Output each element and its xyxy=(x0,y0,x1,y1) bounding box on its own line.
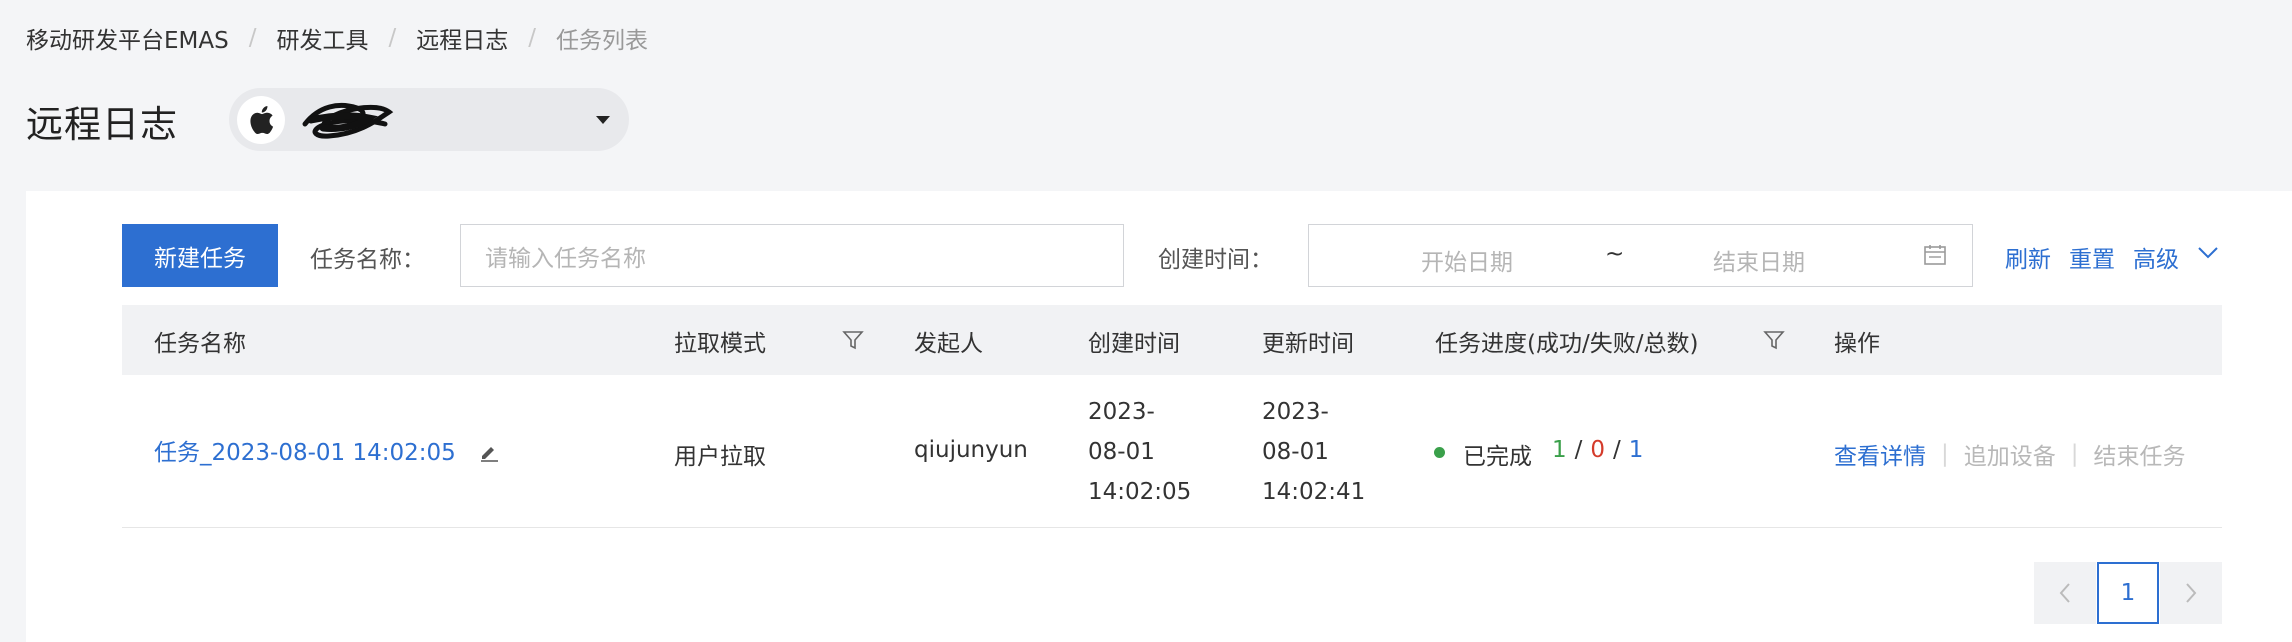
redacted-app-name xyxy=(302,102,394,139)
breadcrumb-separator: / xyxy=(248,25,257,51)
end-date-input[interactable]: 结束日期 xyxy=(1713,243,1805,277)
col-task-progress: 任务进度(成功/失败/总数) xyxy=(1435,331,1699,357)
created-time: 14:02:05 xyxy=(1088,479,1192,505)
pull-mode-value: 用户拉取 xyxy=(674,444,766,470)
filter-icon[interactable] xyxy=(842,329,864,351)
created-year: 2023- xyxy=(1088,399,1155,425)
chevron-left-icon xyxy=(2059,583,2070,603)
date-range-picker[interactable]: 开始日期 ~ 结束日期 xyxy=(1308,224,1973,287)
progress-separator: / xyxy=(1613,437,1621,463)
task-name-link[interactable]: 任务_2023-08-01 14:02:05 xyxy=(154,433,456,467)
filter-icon[interactable] xyxy=(1763,329,1785,351)
breadcrumb-item-dev-tools[interactable]: 研发工具 xyxy=(276,21,368,55)
app-selector[interactable] xyxy=(229,88,629,151)
action-separator: | xyxy=(1941,441,1949,467)
updated-date: 08-01 xyxy=(1262,439,1329,465)
created-time-label: 创建时间： xyxy=(1158,247,1273,273)
breadcrumb-item-emas[interactable]: 移动研发平台EMAS xyxy=(26,21,229,55)
col-created-time: 创建时间 xyxy=(1088,331,1180,357)
updated-year: 2023- xyxy=(1262,399,1329,425)
updated-time: 14:02:41 xyxy=(1262,479,1366,505)
edit-icon[interactable] xyxy=(478,441,500,463)
progress-separator: / xyxy=(1574,437,1583,463)
add-device-link[interactable]: 追加设备 xyxy=(1964,437,2056,471)
prev-page-button[interactable] xyxy=(2034,562,2096,624)
col-task-name: 任务名称 xyxy=(154,331,246,357)
page-1-button[interactable]: 1 xyxy=(2097,562,2159,624)
task-name-label: 任务名称： xyxy=(310,247,425,273)
caret-down-icon xyxy=(596,116,610,124)
created-date: 08-01 xyxy=(1088,439,1155,465)
fail-count: 0 xyxy=(1590,437,1606,463)
breadcrumb: 移动研发平台EMAS / 研发工具 / 远程日志 / 任务列表 xyxy=(26,22,648,54)
total-count: 1 xyxy=(1628,437,1644,463)
initiator-value: qiujunyun xyxy=(914,437,1028,463)
row-divider xyxy=(122,527,2222,528)
action-separator: | xyxy=(2070,441,2079,467)
success-count: 1 xyxy=(1552,437,1567,463)
col-actions: 操作 xyxy=(1834,331,1880,357)
task-name-input[interactable]: 请输入任务名称 xyxy=(460,224,1124,287)
task-progress: 已完成 1 / 0 / 1 xyxy=(1463,437,1643,471)
page-title: 远程日志 xyxy=(26,103,178,146)
status-dot-icon xyxy=(1434,447,1445,458)
advanced-link[interactable]: 高级 xyxy=(2133,240,2179,274)
created-time-value: 2023- 08-01 14:02:05 xyxy=(1088,392,1191,512)
status-text: 已完成 xyxy=(1463,444,1532,470)
next-page-button[interactable] xyxy=(2160,562,2222,624)
start-date-input[interactable]: 开始日期 xyxy=(1421,243,1513,277)
reset-link[interactable]: 重置 xyxy=(2069,240,2115,274)
col-updated-time: 更新时间 xyxy=(1262,331,1354,357)
row-actions: 查看详情 | 追加设备 | 结束任务 xyxy=(1834,437,2186,471)
breadcrumb-separator: / xyxy=(528,25,536,51)
apple-icon xyxy=(237,96,285,144)
col-initiator: 发起人 xyxy=(914,331,983,357)
updated-time-value: 2023- 08-01 14:02:41 xyxy=(1262,392,1365,512)
refresh-link[interactable]: 刷新 xyxy=(2005,240,2051,274)
table-header: 任务名称 拉取模式 发起人 创建时间 更新时间 任务进度(成功/失败/总数) 操… xyxy=(122,305,2222,375)
breadcrumb-separator: / xyxy=(388,25,397,51)
breadcrumb-item-remote-log[interactable]: 远程日志 xyxy=(416,21,508,55)
calendar-icon xyxy=(1924,245,1946,265)
end-task-link[interactable]: 结束任务 xyxy=(2094,437,2186,471)
new-task-button[interactable]: 新建任务 xyxy=(122,224,278,287)
chevron-down-icon[interactable] xyxy=(2197,245,2219,261)
breadcrumb-item-task-list: 任务列表 xyxy=(555,28,648,54)
chevron-right-icon xyxy=(2186,583,2197,603)
date-range-separator: ~ xyxy=(1605,241,1625,267)
view-details-link[interactable]: 查看详情 xyxy=(1834,437,1926,471)
col-pull-mode: 拉取模式 xyxy=(674,331,766,357)
